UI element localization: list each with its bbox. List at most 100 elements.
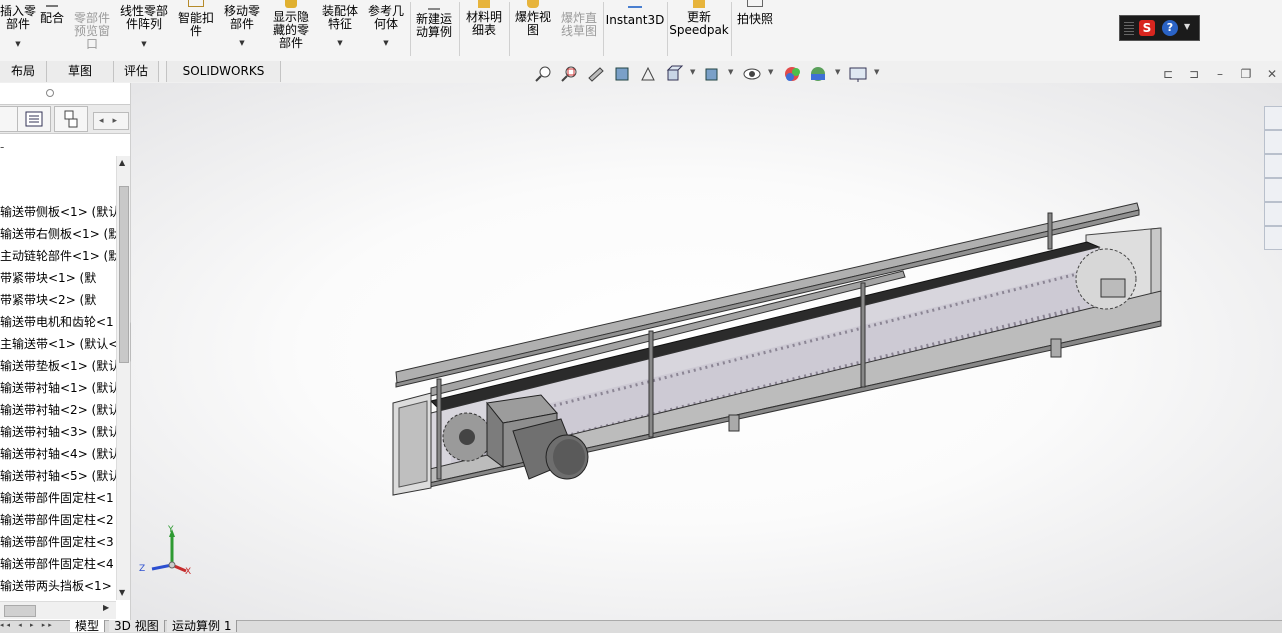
scrollbar-thumb[interactable] xyxy=(4,605,36,617)
move-component-button[interactable]: 移动零 部件 ▼ xyxy=(220,0,264,60)
tab-sketch[interactable]: 草图 xyxy=(47,61,114,82)
bill-of-materials-button[interactable]: 材料明 细表 xyxy=(461,0,507,60)
apply-scene-icon[interactable] xyxy=(808,64,828,84)
restore-icon[interactable]: ❐ xyxy=(1238,66,1254,82)
tab-layout[interactable]: 布局 xyxy=(0,61,47,82)
panel-pin-icon[interactable] xyxy=(46,89,54,97)
tree-item[interactable]: 主动链轮部件<1> (默 xyxy=(0,247,116,265)
tree-item[interactable]: 输送带衬轴<3> (默认 xyxy=(0,423,116,441)
reference-geometry-button[interactable]: 参考几 何体 ▼ xyxy=(365,0,407,60)
fastener-icon xyxy=(188,0,204,7)
tree-item[interactable]: 输送带右侧板<1> (默 xyxy=(0,225,116,243)
tab-scroll-arrows[interactable]: ◂ ▸ xyxy=(93,112,129,130)
show-hidden-components-button[interactable]: 显示隐 藏的零 部件 xyxy=(269,0,313,60)
tab-evaluate[interactable]: 评估 xyxy=(114,61,159,82)
tree-item[interactable]: 输送带部件固定柱<1 xyxy=(0,489,116,507)
scrollbar-thumb[interactable] xyxy=(119,186,129,363)
tab-motion-study-1[interactable]: 运动算例 1 xyxy=(167,620,238,632)
tree-item[interactable]: 输送带衬轴<2> (默认 xyxy=(0,401,116,419)
dropdown-arrow-icon[interactable]: ▼ xyxy=(220,39,264,47)
chevron-right-icon[interactable]: ▸ xyxy=(113,116,118,126)
tree-item[interactable]: 输送带部件固定柱<2 xyxy=(0,511,116,529)
edit-appearance-icon[interactable] xyxy=(782,64,802,84)
hide-show-items-icon[interactable] xyxy=(742,64,762,84)
dropdown-arrow-icon[interactable]: ▼ xyxy=(690,68,695,76)
previous-view-icon[interactable] xyxy=(586,64,606,84)
scroll-up-icon[interactable]: ▲ xyxy=(119,158,125,167)
task-pane-library-icon[interactable] xyxy=(1264,154,1282,178)
tree-item[interactable]: 输送带部件固定柱<4 xyxy=(0,555,116,573)
view-orientation-icon[interactable] xyxy=(664,64,684,84)
task-pane-home-icon[interactable] xyxy=(1264,106,1282,130)
scroll-down-icon[interactable]: ▼ xyxy=(119,588,125,597)
dropdown-arrow-icon[interactable]: ▼ xyxy=(768,68,773,76)
configuration-manager-icon xyxy=(64,110,78,128)
view-settings-icon[interactable] xyxy=(848,64,868,84)
tree-item[interactable]: 输送带侧板<1> (默认 xyxy=(0,203,116,221)
chevron-left-icon[interactable]: ◂ xyxy=(99,116,104,126)
conveyor-model[interactable] xyxy=(131,83,1282,620)
tree-item[interactable]: 输送带衬轴<5> (默认 xyxy=(0,467,116,485)
dynamic-annotation-icon[interactable] xyxy=(638,64,658,84)
linear-component-pattern-button[interactable]: 线性零部 件阵列 ▼ xyxy=(117,0,171,60)
tree-item[interactable]: 输送带垫板<1> (默认 xyxy=(0,357,116,375)
task-pane-resources-icon[interactable] xyxy=(1264,130,1282,154)
zoom-to-fit-icon[interactable] xyxy=(534,64,554,84)
tree-horizontal-scrollbar[interactable]: ▶ xyxy=(0,601,116,619)
task-pane-properties-icon[interactable] xyxy=(1264,226,1282,250)
ribbon-label: 部件 xyxy=(5,17,30,31)
task-pane-appearances-icon[interactable] xyxy=(1264,202,1282,226)
tree-item[interactable]: 输送带衬轴<1> (默认 xyxy=(0,379,116,397)
scroll-right-icon[interactable]: ▶ xyxy=(103,603,109,612)
tree-item[interactable]: 带紧带块<1> (默 xyxy=(0,269,116,287)
collapse-left-icon[interactable]: ⊏ xyxy=(1160,66,1176,82)
ribbon-label: 图 xyxy=(526,23,539,37)
tree-item[interactable]: 主输送带<1> (默认< xyxy=(0,335,116,353)
help-icon[interactable]: ? xyxy=(1162,20,1178,36)
section-view-icon[interactable] xyxy=(612,64,632,84)
take-snapshot-button[interactable]: 拍快照 xyxy=(733,0,777,60)
configuration-manager-tab[interactable] xyxy=(54,106,88,132)
dropdown-arrow-icon[interactable]: ▼ xyxy=(365,39,407,47)
display-style-icon[interactable] xyxy=(702,64,722,84)
new-motion-study-button[interactable]: 新建运 动算例 xyxy=(412,0,456,60)
component-preview-window-button[interactable]: 零部件 预览窗 口 xyxy=(70,0,114,60)
property-manager-tab[interactable] xyxy=(17,106,51,132)
dropdown-arrow-icon[interactable]: ▼ xyxy=(874,68,879,76)
dropdown-arrow-icon[interactable]: ▼ xyxy=(117,40,171,48)
task-pane-explorer-icon[interactable] xyxy=(1264,178,1282,202)
smart-fasteners-button[interactable]: 智能扣 件 xyxy=(175,0,217,60)
tree-vertical-scrollbar[interactable]: ▲ ▼ xyxy=(116,156,130,600)
dropdown-arrow-icon[interactable]: ▼ xyxy=(1184,22,1190,31)
exploded-view-button[interactable]: 爆炸视 图 xyxy=(511,0,555,60)
explode-line-sketch-button[interactable]: 爆炸直 线草图 xyxy=(557,0,601,60)
zoom-to-area-icon[interactable] xyxy=(560,64,580,84)
dropdown-arrow-icon[interactable]: ▼ xyxy=(835,68,840,76)
tree-item[interactable]: 输送带衬轴<4> (默认 xyxy=(0,445,116,463)
ribbon-label: 拍快照 xyxy=(736,12,773,26)
tab-navigation-arrows[interactable]: ◂◂ ◂ ▸ ▸▸ xyxy=(0,621,62,629)
tab-3d-views[interactable]: 3D 视图 xyxy=(109,620,165,632)
dropdown-arrow-icon[interactable]: ▼ xyxy=(728,68,733,76)
tree-item[interactable]: 输送带电机和齿轮<1 xyxy=(0,313,116,331)
collapse-right-icon[interactable]: ⊐ xyxy=(1186,66,1202,82)
minimize-icon[interactable]: – xyxy=(1212,66,1228,82)
mate-button[interactable]: 配合 xyxy=(37,0,67,60)
tab-solidworks-mbd[interactable]: SOLIDWORKS MBD xyxy=(166,61,281,99)
camera-icon xyxy=(747,0,763,7)
assembly-features-button[interactable]: 装配体 特征 ▼ xyxy=(318,0,362,60)
insert-components-button[interactable]: 插入零 部件 ▼ xyxy=(0,0,36,60)
solidworks-logo[interactable]: S xyxy=(1139,20,1155,36)
tree-item[interactable]: 输送带两头挡板<1> xyxy=(0,577,116,595)
tab-model[interactable]: 模型 xyxy=(70,620,106,632)
solidworks-logo-bar: S ? ▼ xyxy=(1119,15,1200,41)
update-speedpak-button[interactable]: 更新 Speedpak xyxy=(669,0,729,60)
instant3d-button[interactable]: Instant3D xyxy=(605,0,665,60)
explode-icon xyxy=(527,0,539,8)
tree-item[interactable]: 带紧带块<2> (默 xyxy=(0,291,116,309)
dropdown-arrow-icon[interactable]: ▼ xyxy=(318,39,362,47)
close-icon[interactable]: ✕ xyxy=(1264,66,1280,82)
graphics-area[interactable]: Y Z X xyxy=(131,83,1282,620)
dropdown-arrow-icon[interactable]: ▼ xyxy=(0,40,36,48)
tree-item[interactable]: 输送带部件固定柱<3 xyxy=(0,533,116,551)
